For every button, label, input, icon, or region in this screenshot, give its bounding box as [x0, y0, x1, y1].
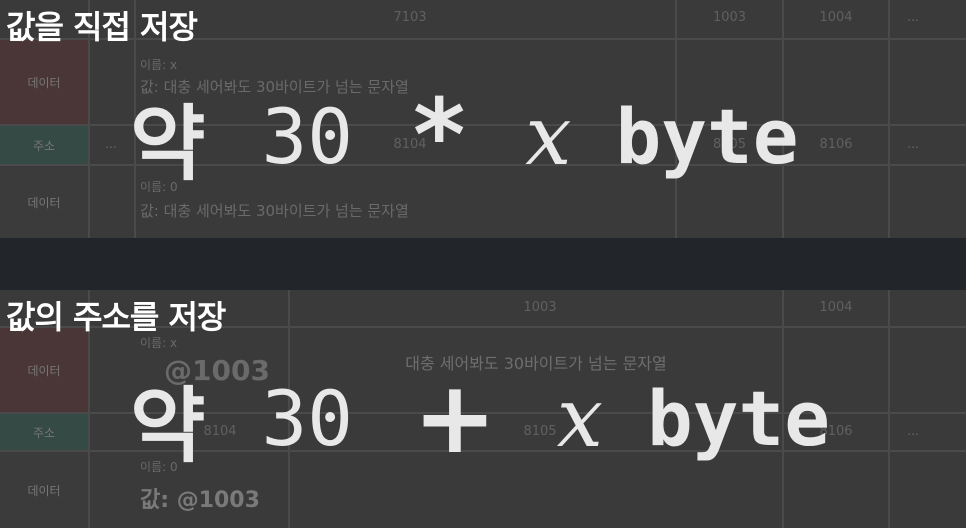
formula-operator: + — [412, 359, 497, 476]
data-label: 데이터 — [0, 328, 88, 412]
section-divider — [0, 238, 966, 290]
section-heading: 값의 주소를 저장 — [6, 298, 226, 336]
formula-unit: byte — [615, 91, 799, 181]
variable-value: 값: @1003 — [140, 488, 260, 513]
size-formula: 약 30 * x byte — [130, 77, 950, 194]
variable-value: 값: 대충 세어봐도 30바이트가 넘는 문자열 — [140, 202, 409, 220]
section-heading: 값을 직접 저장 — [6, 8, 198, 46]
address-header: 7103 — [393, 10, 427, 25]
address-header: 1004 — [819, 300, 853, 315]
ellipsis: ... — [907, 10, 919, 24]
formula-unit: byte — [647, 373, 831, 463]
formula-operator: * — [412, 77, 466, 194]
address-label: 주소 — [0, 126, 88, 164]
formula-approx: 약 — [130, 378, 206, 474]
variable-name: 이름: x — [140, 58, 178, 72]
data-label: 데이터 — [0, 40, 88, 124]
ellipsis: ... — [105, 137, 117, 151]
address-label: 주소 — [0, 414, 88, 450]
size-formula: 약 30 + x byte — [130, 359, 950, 476]
formula-variable: x — [525, 88, 572, 184]
formula-number: 30 — [261, 91, 353, 181]
data-label: 데이터 — [0, 452, 88, 528]
data-label: 데이터 — [0, 166, 88, 238]
formula-number: 30 — [261, 373, 353, 463]
address-header: 1004 — [819, 10, 853, 25]
formula-approx: 약 — [130, 96, 206, 192]
reference-storage-panel: 1003 1004 데이터 이름: x @1003 대충 세어봐도 30바이트가… — [0, 290, 966, 528]
direct-storage-panel: 7103 1003 1004 ... 데이터 이름: x 값: 대충 세어봐도 … — [0, 0, 966, 238]
address-header: 1003 — [712, 10, 747, 25]
formula-variable: x — [556, 370, 604, 466]
address-header: 1003 — [523, 300, 557, 315]
